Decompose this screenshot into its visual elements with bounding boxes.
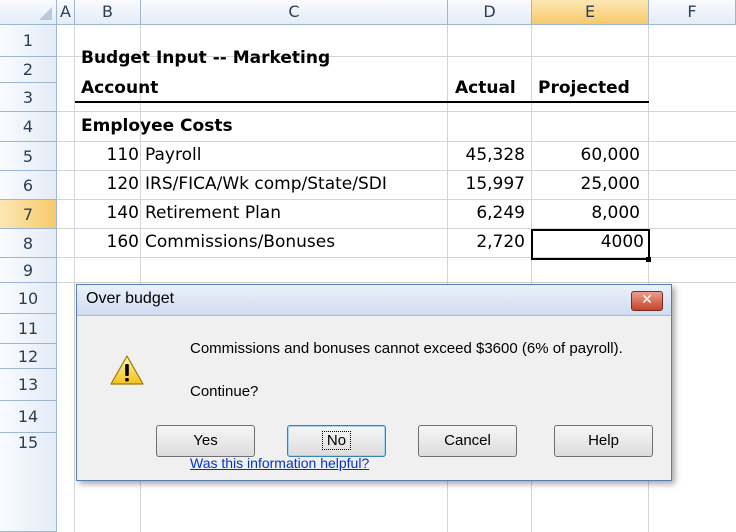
projected-value[interactable]: 25,000: [532, 174, 640, 194]
column-header-d[interactable]: D: [448, 0, 532, 25]
select-all-icon: [39, 7, 52, 20]
row-header-5[interactable]: 5: [0, 142, 57, 171]
actual-value[interactable]: 15,997: [448, 174, 525, 194]
row-header-2[interactable]: 2: [0, 57, 57, 83]
help-button[interactable]: Help: [554, 425, 653, 457]
fill-handle[interactable]: [646, 257, 651, 262]
row-header-15[interactable]: 15: [0, 433, 57, 532]
projected-header[interactable]: Projected: [538, 78, 630, 98]
select-all-corner[interactable]: [0, 0, 57, 25]
row-header-13[interactable]: 13: [0, 369, 57, 401]
row-header-9[interactable]: 9: [0, 258, 57, 283]
account-name[interactable]: Payroll: [145, 145, 201, 165]
yes-button[interactable]: Yes: [156, 425, 255, 457]
row-header-1[interactable]: 1: [0, 25, 57, 57]
row-header-10[interactable]: 10: [0, 283, 57, 314]
row-header-12[interactable]: 12: [0, 344, 57, 369]
account-name[interactable]: Commissions/Bonuses: [145, 232, 335, 252]
row-header-6[interactable]: 6: [0, 171, 57, 200]
sheet-title[interactable]: Budget Input -- Marketing: [81, 48, 330, 68]
actual-value[interactable]: 6,249: [448, 203, 525, 223]
no-button[interactable]: No: [287, 425, 386, 457]
actual-value[interactable]: 2,720: [448, 232, 525, 252]
account-code[interactable]: 110: [75, 145, 139, 165]
row-header-4[interactable]: 4: [0, 112, 57, 142]
account-name[interactable]: IRS/FICA/Wk comp/State/SDI: [145, 174, 387, 194]
row-header-3[interactable]: 3: [0, 83, 57, 112]
actual-header[interactable]: Actual: [455, 78, 516, 98]
actual-value[interactable]: 45,328: [448, 145, 525, 165]
over-budget-dialog: Over budget ✕ Commissions and bonuses ca…: [76, 284, 672, 481]
row-header-14[interactable]: 14: [0, 401, 57, 433]
warning-icon: [110, 355, 144, 389]
row-header-7[interactable]: 7: [0, 200, 57, 229]
column-header-c[interactable]: C: [141, 0, 448, 25]
projected-value[interactable]: 8,000: [532, 203, 640, 223]
row-header-8[interactable]: 8: [0, 229, 57, 258]
column-header-f[interactable]: F: [649, 0, 736, 25]
close-button[interactable]: ✕: [631, 291, 663, 311]
section-header[interactable]: Employee Costs: [81, 116, 233, 136]
column-header-e[interactable]: E: [532, 0, 649, 25]
feedback-link[interactable]: Was this information helpful?: [190, 455, 369, 471]
cancel-button[interactable]: Cancel: [418, 425, 517, 457]
yes-button-label: Yes: [193, 432, 218, 449]
projected-value[interactable]: 60,000: [532, 145, 640, 165]
close-icon: ✕: [641, 292, 653, 308]
account-header[interactable]: Account: [81, 78, 158, 98]
column-header-a[interactable]: A: [57, 0, 75, 25]
projected-value-active[interactable]: 4000: [532, 232, 644, 252]
no-button-label: No: [321, 431, 352, 450]
dialog-message: Commissions and bonuses cannot exceed $3…: [190, 340, 623, 357]
account-code[interactable]: 120: [75, 174, 139, 194]
dialog-title: Over budget: [86, 290, 175, 307]
row-header-11[interactable]: 11: [0, 314, 57, 344]
account-name[interactable]: Retirement Plan: [145, 203, 281, 223]
cancel-button-label: Cancel: [444, 432, 491, 449]
help-button-label: Help: [588, 432, 619, 449]
column-header-b[interactable]: B: [75, 0, 141, 25]
account-code[interactable]: 140: [75, 203, 139, 223]
dialog-title-bar[interactable]: Over budget ✕: [77, 285, 671, 316]
account-code[interactable]: 160: [75, 232, 139, 252]
dialog-prompt: Continue?: [190, 383, 259, 400]
